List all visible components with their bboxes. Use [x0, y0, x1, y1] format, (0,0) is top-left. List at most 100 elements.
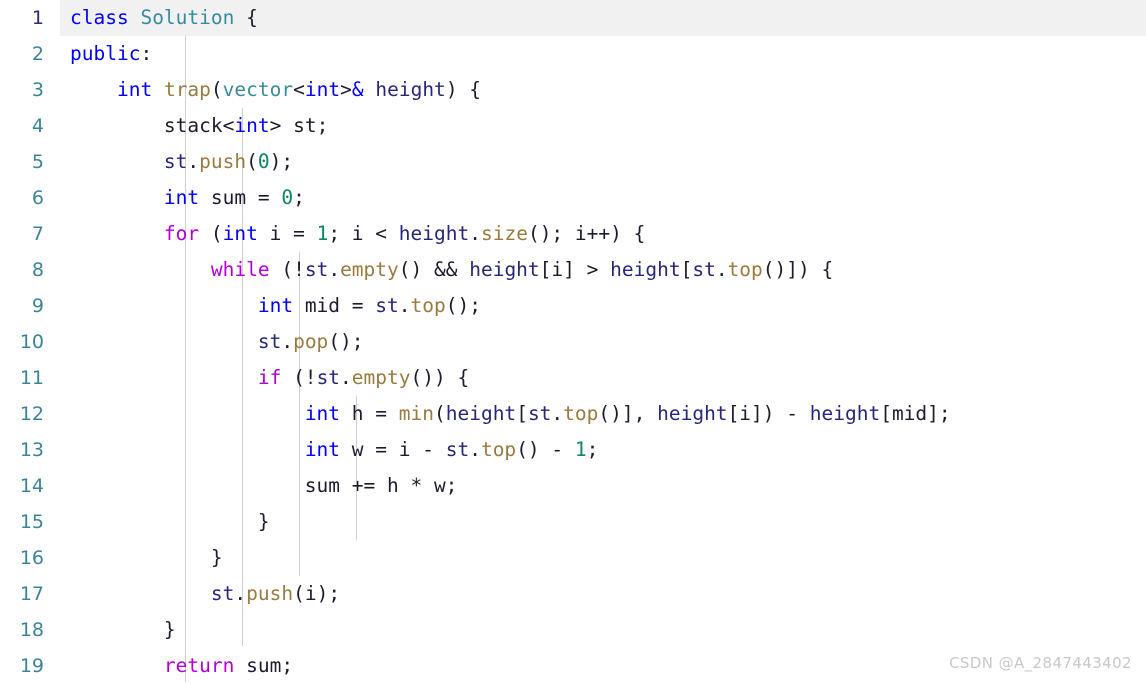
- line-number[interactable]: 7: [0, 216, 44, 252]
- line-number[interactable]: 17: [0, 576, 44, 612]
- line-number[interactable]: 9: [0, 288, 44, 324]
- code-line-row[interactable]: 5 st.push(0);: [0, 144, 1146, 180]
- token-plain: .: [398, 294, 411, 317]
- token-plain: ;: [293, 186, 305, 209]
- line-number[interactable]: 14: [0, 468, 44, 504]
- token-var: st: [527, 402, 552, 425]
- code-line-row[interactable]: 16 }: [0, 540, 1146, 576]
- code-line-row[interactable]: 18 }: [0, 612, 1146, 648]
- token-plain: .: [551, 402, 564, 425]
- line-number[interactable]: 16: [0, 540, 44, 576]
- code-line-row[interactable]: 12 int h = min(height[st.top()], height[…: [0, 396, 1146, 432]
- line-code-text[interactable]: class Solution {: [70, 0, 258, 36]
- line-code-text[interactable]: int sum = 0;: [70, 180, 305, 216]
- line-code-text[interactable]: sum += h * w;: [70, 468, 458, 504]
- code-line-row[interactable]: 8 while (!st.empty() && height[i] > heig…: [0, 252, 1146, 288]
- token-fn: size: [480, 222, 528, 245]
- token-plain: i =: [257, 222, 317, 245]
- line-number[interactable]: 1: [0, 0, 44, 36]
- token-plain: ()]) {: [762, 258, 834, 281]
- code-line-row[interactable]: 7 for (int i = 1; i < height.size(); i++…: [0, 216, 1146, 252]
- line-code-text[interactable]: while (!st.empty() && height[i] > height…: [70, 252, 833, 288]
- token-fn: empty: [340, 258, 399, 281]
- code-line-row[interactable]: 11 if (!st.empty()) {: [0, 360, 1146, 396]
- token-num: 0: [257, 150, 270, 173]
- token-plain: );: [269, 150, 294, 173]
- token-plain: ;: [316, 114, 329, 137]
- token-fn: push: [199, 150, 247, 173]
- line-number[interactable]: 12: [0, 396, 44, 432]
- line-code-text[interactable]: public:: [70, 36, 152, 72]
- line-number[interactable]: 11: [0, 360, 44, 396]
- token-var: height: [375, 78, 446, 101]
- token-kw: public: [70, 42, 141, 65]
- line-code-text[interactable]: return sum;: [70, 648, 293, 684]
- line-number[interactable]: 5: [0, 144, 44, 180]
- line-code-text[interactable]: }: [70, 504, 270, 540]
- token-var: st: [375, 294, 399, 317]
- token-plain: mid =: [293, 294, 376, 317]
- token-plain: [mid];: [880, 402, 951, 425]
- line-number[interactable]: 2: [0, 36, 44, 72]
- line-code-text[interactable]: stack<int> st;: [70, 108, 328, 144]
- code-line-row[interactable]: 3 int trap(vector<int>& height) {: [0, 72, 1146, 108]
- line-code-text[interactable]: int w = i - st.top() - 1;: [70, 432, 599, 468]
- token-var: height: [809, 402, 881, 425]
- code-line-row[interactable]: 4 stack<int> st;: [0, 108, 1146, 144]
- line-number[interactable]: 8: [0, 252, 44, 288]
- code-line-row[interactable]: 14 sum += h * w;: [0, 468, 1146, 504]
- code-line-row[interactable]: 6 int sum = 0;: [0, 180, 1146, 216]
- line-code-text[interactable]: st.pop();: [70, 324, 364, 360]
- token-kw: int: [257, 294, 294, 317]
- token-plain: [i]) -: [727, 402, 810, 425]
- code-line-row[interactable]: 9 int mid = st.top();: [0, 288, 1146, 324]
- line-code-text[interactable]: int trap(vector<int>& height) {: [70, 72, 481, 108]
- token-plain: ; i <: [328, 222, 399, 245]
- line-number[interactable]: 13: [0, 432, 44, 468]
- line-number[interactable]: 18: [0, 612, 44, 648]
- token-kw: int: [163, 186, 200, 209]
- line-number[interactable]: 10: [0, 324, 44, 360]
- code-lines-container[interactable]: 1 class Solution {2 public: 3 int trap(vect…: [0, 0, 1146, 684]
- line-number[interactable]: 6: [0, 180, 44, 216]
- token-plain: }: [70, 618, 176, 641]
- code-line-row[interactable]: 1 class Solution {: [0, 0, 1146, 36]
- code-line-row[interactable]: 10 st.pop();: [0, 324, 1146, 360]
- line-code-text[interactable]: int mid = st.top();: [70, 288, 481, 324]
- code-editor[interactable]: 1 class Solution {2 public: 3 int trap(vect…: [0, 0, 1146, 682]
- line-number[interactable]: 3: [0, 72, 44, 108]
- token-ctrl: while: [210, 258, 270, 281]
- line-number[interactable]: 15: [0, 504, 44, 540]
- token-plain: [: [516, 402, 528, 425]
- line-number[interactable]: 4: [0, 108, 44, 144]
- line-code-text[interactable]: }: [70, 540, 223, 576]
- line-code-text[interactable]: if (!st.empty()) {: [70, 360, 469, 396]
- code-line-row[interactable]: 15 }: [0, 504, 1146, 540]
- line-number[interactable]: 19: [0, 648, 44, 684]
- line-code-text[interactable]: for (int i = 1; i < height.size(); i++) …: [70, 216, 645, 252]
- token-num: 0: [281, 186, 294, 209]
- token-fn: empty: [351, 366, 411, 389]
- token-plain: .: [715, 258, 728, 281]
- token-var: height: [469, 258, 540, 281]
- line-code-text[interactable]: st.push(0);: [70, 144, 293, 180]
- token-fn: trap: [163, 78, 211, 101]
- code-line-row[interactable]: 2 public:: [0, 36, 1146, 72]
- line-code-text[interactable]: }: [70, 612, 176, 648]
- token-plain: sum += h * w;: [70, 474, 458, 497]
- line-code-text[interactable]: int h = min(height[st.top()], height[i])…: [70, 396, 951, 432]
- code-line-row[interactable]: 13 int w = i - st.top() - 1;: [0, 432, 1146, 468]
- line-code-text[interactable]: st.push(i);: [70, 576, 340, 612]
- token-plain: (!: [281, 366, 317, 389]
- code-line-row[interactable]: 17 st.push(i);: [0, 576, 1146, 612]
- token-plain: [i] >: [539, 258, 611, 281]
- token-var: height: [398, 222, 470, 245]
- token-kw: int: [304, 402, 341, 425]
